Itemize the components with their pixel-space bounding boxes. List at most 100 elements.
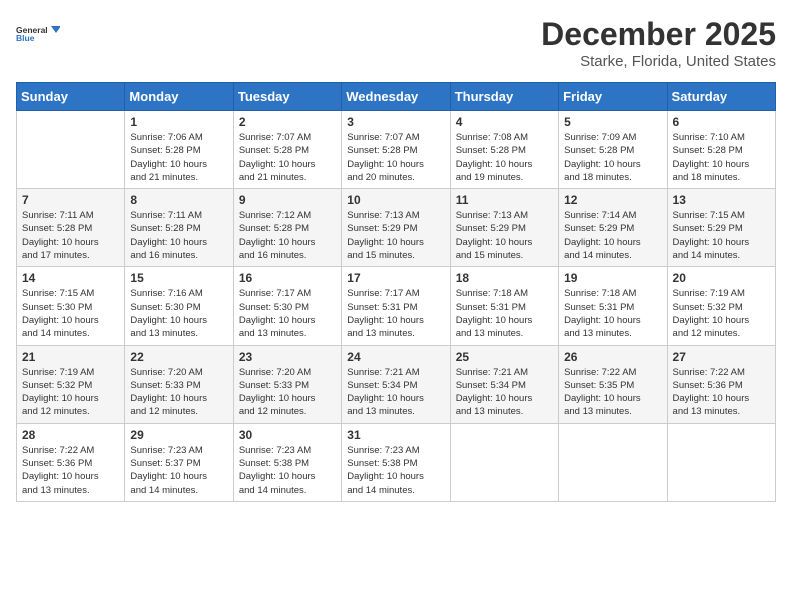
calendar-cell: 21Sunrise: 7:19 AMSunset: 5:32 PMDayligh… <box>17 345 125 423</box>
calendar-cell: 15Sunrise: 7:16 AMSunset: 5:30 PMDayligh… <box>125 267 233 345</box>
calendar-cell: 31 Sunrise: 7:23 AMSunset: 5:38 PMDayligh… <box>342 423 450 501</box>
week-row-3: 14 Sunrise: 7:15 AMSunset: 5:30 PMDayligh… <box>17 267 776 345</box>
week-row-2: 7 Sunrise: 7:11 AMSunset: 5:28 PMDaylight… <box>17 189 776 267</box>
calendar-cell: 5Sunrise: 7:09 AMSunset: 5:28 PMDaylight… <box>559 111 667 189</box>
day-info: Sunrise: 7:11 AMSunset: 5:28 PMDaylight:… <box>130 209 227 262</box>
day-number: 23 <box>239 350 336 364</box>
weekday-header-row: SundayMondayTuesdayWednesdayThursdayFrid… <box>17 83 776 111</box>
day-info: Sunrise: 7:20 AMSunset: 5:33 PMDaylight:… <box>239 366 336 419</box>
day-number: 3 <box>347 115 444 129</box>
day-number: 14 <box>22 271 119 285</box>
day-info: Sunrise: 7:09 AMSunset: 5:28 PMDaylight:… <box>564 131 661 184</box>
calendar-cell: 4Sunrise: 7:08 AMSunset: 5:28 PMDaylight… <box>450 111 558 189</box>
calendar-cell: 6 Sunrise: 7:10 AMSunset: 5:28 PMDaylight… <box>667 111 775 189</box>
day-info: Sunrise: 7:14 AMSunset: 5:29 PMDaylight:… <box>564 209 661 262</box>
calendar-cell: 12 Sunrise: 7:14 AMSunset: 5:29 PMDayligh… <box>559 189 667 267</box>
logo-svg: General Blue <box>16 16 60 52</box>
calendar-cell: 28 Sunrise: 7:22 AMSunset: 5:36 PMDayligh… <box>17 423 125 501</box>
day-info: Sunrise: 7:12 AMSunset: 5:28 PMDaylight:… <box>239 209 336 262</box>
day-info: Sunrise: 7:15 AMSunset: 5:30 PMDaylight:… <box>22 287 119 340</box>
day-number: 25 <box>456 350 553 364</box>
day-number: 12 <box>564 193 661 207</box>
day-number: 2 <box>239 115 336 129</box>
calendar-cell: 7 Sunrise: 7:11 AMSunset: 5:28 PMDaylight… <box>17 189 125 267</box>
day-info: Sunrise: 7:18 AMSunset: 5:31 PMDaylight:… <box>456 287 553 340</box>
day-number: 30 <box>239 428 336 442</box>
day-info: Sunrise: 7:21 AMSunset: 5:34 PMDaylight:… <box>456 366 553 419</box>
weekday-header-tuesday: Tuesday <box>233 83 341 111</box>
day-number: 7 <box>22 193 119 207</box>
day-info: Sunrise: 7:06 AMSunset: 5:28 PMDaylight:… <box>130 131 227 184</box>
day-info: Sunrise: 7:07 AMSunset: 5:28 PMDaylight:… <box>347 131 444 184</box>
calendar-cell: 26 Sunrise: 7:22 AMSunset: 5:35 PMDayligh… <box>559 345 667 423</box>
day-info: Sunrise: 7:13 AMSunset: 5:29 PMDaylight:… <box>347 209 444 262</box>
day-info: Sunrise: 7:19 AMSunset: 5:32 PMDaylight:… <box>22 366 119 419</box>
title-area: December 2025 Starke, Florida, United St… <box>541 16 776 70</box>
day-number: 1 <box>130 115 227 129</box>
day-info: Sunrise: 7:22 AMSunset: 5:36 PMDaylight:… <box>22 444 119 497</box>
day-info: Sunrise: 7:11 AMSunset: 5:28 PMDaylight:… <box>22 209 119 262</box>
calendar-cell <box>17 111 125 189</box>
calendar-cell: 8 Sunrise: 7:11 AMSunset: 5:28 PMDaylight… <box>125 189 233 267</box>
weekday-header-thursday: Thursday <box>450 83 558 111</box>
day-info: Sunrise: 7:10 AMSunset: 5:28 PMDaylight:… <box>673 131 770 184</box>
week-row-1: 1 Sunrise: 7:06 AMSunset: 5:28 PMDaylight… <box>17 111 776 189</box>
day-number: 6 <box>673 115 770 129</box>
calendar-cell <box>667 423 775 501</box>
weekday-header-sunday: Sunday <box>17 83 125 111</box>
calendar-cell: 13Sunrise: 7:15 AMSunset: 5:29 PMDayligh… <box>667 189 775 267</box>
calendar-cell: 18Sunrise: 7:18 AMSunset: 5:31 PMDayligh… <box>450 267 558 345</box>
calendar-cell: 11 Sunrise: 7:13 AMSunset: 5:29 PMDayligh… <box>450 189 558 267</box>
day-info: Sunrise: 7:18 AMSunset: 5:31 PMDaylight:… <box>564 287 661 340</box>
calendar-cell: 10 Sunrise: 7:13 AMSunset: 5:29 PMDayligh… <box>342 189 450 267</box>
day-number: 29 <box>130 428 227 442</box>
logo: General Blue <box>16 16 60 52</box>
day-number: 11 <box>456 193 553 207</box>
day-info: Sunrise: 7:23 AMSunset: 5:38 PMDaylight:… <box>239 444 336 497</box>
day-info: Sunrise: 7:13 AMSunset: 5:29 PMDaylight:… <box>456 209 553 262</box>
day-number: 10 <box>347 193 444 207</box>
day-number: 26 <box>564 350 661 364</box>
calendar-cell <box>559 423 667 501</box>
calendar-cell: 3 Sunrise: 7:07 AMSunset: 5:28 PMDaylight… <box>342 111 450 189</box>
day-info: Sunrise: 7:16 AMSunset: 5:30 PMDaylight:… <box>130 287 227 340</box>
day-info: Sunrise: 7:20 AMSunset: 5:33 PMDaylight:… <box>130 366 227 419</box>
day-number: 13 <box>673 193 770 207</box>
calendar-cell: 14 Sunrise: 7:15 AMSunset: 5:30 PMDayligh… <box>17 267 125 345</box>
weekday-header-wednesday: Wednesday <box>342 83 450 111</box>
svg-text:Blue: Blue <box>16 33 35 43</box>
calendar-cell: 2Sunrise: 7:07 AMSunset: 5:28 PMDaylight… <box>233 111 341 189</box>
day-info: Sunrise: 7:23 AMSunset: 5:37 PMDaylight:… <box>130 444 227 497</box>
day-number: 27 <box>673 350 770 364</box>
calendar-cell: 20Sunrise: 7:19 AMSunset: 5:32 PMDayligh… <box>667 267 775 345</box>
day-info: Sunrise: 7:22 AMSunset: 5:36 PMDaylight:… <box>673 366 770 419</box>
day-info: Sunrise: 7:19 AMSunset: 5:32 PMDaylight:… <box>673 287 770 340</box>
calendar: SundayMondayTuesdayWednesdayThursdayFrid… <box>16 82 776 502</box>
calendar-cell <box>450 423 558 501</box>
day-number: 9 <box>239 193 336 207</box>
calendar-cell: 24Sunrise: 7:21 AMSunset: 5:34 PMDayligh… <box>342 345 450 423</box>
day-number: 24 <box>347 350 444 364</box>
day-number: 22 <box>130 350 227 364</box>
day-info: Sunrise: 7:22 AMSunset: 5:35 PMDaylight:… <box>564 366 661 419</box>
week-row-4: 21Sunrise: 7:19 AMSunset: 5:32 PMDayligh… <box>17 345 776 423</box>
day-number: 8 <box>130 193 227 207</box>
day-info: Sunrise: 7:23 AMSunset: 5:38 PMDaylight:… <box>347 444 444 497</box>
day-number: 17 <box>347 271 444 285</box>
weekday-header-friday: Friday <box>559 83 667 111</box>
calendar-cell: 16Sunrise: 7:17 AMSunset: 5:30 PMDayligh… <box>233 267 341 345</box>
day-number: 4 <box>456 115 553 129</box>
week-row-5: 28 Sunrise: 7:22 AMSunset: 5:36 PMDayligh… <box>17 423 776 501</box>
calendar-cell: 25 Sunrise: 7:21 AMSunset: 5:34 PMDayligh… <box>450 345 558 423</box>
day-info: Sunrise: 7:17 AMSunset: 5:31 PMDaylight:… <box>347 287 444 340</box>
day-number: 28 <box>22 428 119 442</box>
month-title: December 2025 <box>541 16 776 53</box>
calendar-cell: 22 Sunrise: 7:20 AMSunset: 5:33 PMDayligh… <box>125 345 233 423</box>
header: General Blue December 2025 Starke, Flori… <box>16 16 776 70</box>
calendar-cell: 27 Sunrise: 7:22 AMSunset: 5:36 PMDayligh… <box>667 345 775 423</box>
location-title: Starke, Florida, United States <box>541 53 776 70</box>
day-number: 31 <box>347 428 444 442</box>
calendar-cell: 1 Sunrise: 7:06 AMSunset: 5:28 PMDaylight… <box>125 111 233 189</box>
weekday-header-monday: Monday <box>125 83 233 111</box>
weekday-header-saturday: Saturday <box>667 83 775 111</box>
